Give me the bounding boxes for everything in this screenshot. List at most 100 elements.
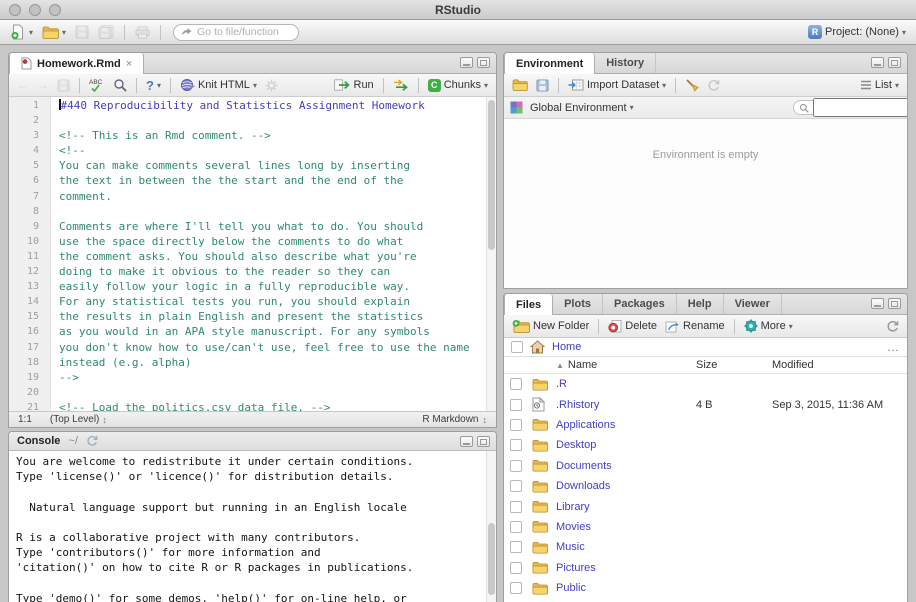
file-name-link[interactable]: Music	[556, 541, 696, 553]
file-name-link[interactable]: Public	[556, 582, 696, 594]
file-row[interactable]: Applications	[504, 415, 907, 435]
environment-search-input[interactable]	[813, 98, 908, 117]
session-restart-icon[interactable]	[86, 435, 98, 447]
run-button[interactable]: Run	[332, 75, 376, 95]
file-checkbox[interactable]	[510, 480, 522, 492]
scope-selector[interactable]: (Top Level) ↕	[48, 413, 109, 427]
scrollbar-thumb[interactable]	[488, 523, 495, 595]
file-row[interactable]: Desktop	[504, 435, 907, 455]
tab-files[interactable]: Files	[504, 294, 553, 315]
breadcrumb-home-link[interactable]: Home	[552, 341, 581, 353]
editor-line[interactable]: 14For any statistical tests you run, you…	[9, 294, 496, 309]
file-checkbox[interactable]	[510, 419, 522, 431]
editor-line[interactable]: 15the results in plain English and prese…	[9, 309, 496, 324]
editor-line[interactable]: 1#440 Reproducibility and Statistics Ass…	[9, 98, 496, 113]
file-name-link[interactable]: Applications	[556, 419, 696, 431]
maximize-pane-icon[interactable]	[888, 298, 901, 309]
document-type-selector[interactable]: R Markdown ↕	[422, 414, 487, 425]
minimize-pane-icon[interactable]	[871, 298, 884, 309]
save-workspace-button[interactable]	[534, 75, 551, 95]
file-checkbox[interactable]	[510, 582, 522, 594]
more-menu-button[interactable]: More ▾	[742, 316, 795, 336]
editor-line[interactable]: 12doing to make it obvious to the reader…	[9, 264, 496, 279]
print-button[interactable]	[133, 22, 152, 42]
file-checkbox[interactable]	[510, 562, 522, 574]
save-document-button[interactable]	[55, 75, 72, 95]
editor-line[interactable]: 11the comment asks. You should also desc…	[9, 249, 496, 264]
editor-line[interactable]: 20	[9, 385, 496, 400]
minimize-pane-icon[interactable]	[460, 57, 473, 68]
clear-workspace-button[interactable]	[683, 75, 701, 95]
tab-plots[interactable]: Plots	[553, 294, 603, 314]
file-name-link[interactable]: Downloads	[556, 480, 696, 492]
editor-line[interactable]: 8	[9, 204, 496, 219]
file-name-link[interactable]: Documents	[556, 460, 696, 472]
spellcheck-button[interactable]: ABC	[87, 75, 107, 95]
help-menu-button[interactable]: ? ▾	[144, 75, 163, 95]
import-dataset-button[interactable]: Import Dataset ▾	[566, 75, 668, 95]
editor-line[interactable]: 3<!-- This is an Rmd comment. -->	[9, 128, 496, 143]
editor-line[interactable]: 10use the space directly below the comme…	[9, 234, 496, 249]
file-name-link[interactable]: .Rhistory	[556, 399, 696, 411]
scrollbar-thumb[interactable]	[488, 100, 495, 250]
file-name-link[interactable]: Movies	[556, 521, 696, 533]
column-header-modified[interactable]: Modified	[772, 359, 907, 371]
minimize-pane-icon[interactable]	[460, 436, 473, 447]
tab-history[interactable]: History	[595, 53, 656, 73]
new-folder-button[interactable]: New Folder	[510, 316, 591, 336]
tab-help[interactable]: Help	[677, 294, 724, 314]
file-row[interactable]: Library	[504, 496, 907, 516]
editor-line[interactable]: 5You can make comments several lines lon…	[9, 158, 496, 173]
console-scrollbar[interactable]	[486, 451, 496, 602]
refresh-files-button[interactable]	[884, 316, 901, 336]
refresh-environment-button[interactable]	[705, 75, 722, 95]
list-view-button[interactable]: List ▾	[858, 75, 901, 95]
environment-search[interactable]	[793, 100, 901, 115]
environment-scope-selector[interactable]: Global Environment ▾	[528, 98, 636, 118]
goto-file-input[interactable]	[197, 26, 291, 38]
document-options-button[interactable]	[263, 75, 280, 95]
file-checkbox[interactable]	[510, 521, 522, 533]
column-header-name[interactable]: ▲ Name	[556, 359, 696, 371]
editor-line[interactable]: 2	[9, 113, 496, 128]
tab-viewer[interactable]: Viewer	[724, 294, 782, 314]
editor-line[interactable]: 17you don't know how to use/can't use, f…	[9, 340, 496, 355]
goto-file-search[interactable]	[173, 24, 299, 41]
minimize-pane-icon[interactable]	[871, 57, 884, 68]
editor-line[interactable]: 19-->	[9, 370, 496, 385]
file-row[interactable]: Public	[504, 578, 907, 598]
maximize-pane-icon[interactable]	[477, 57, 490, 68]
editor-line[interactable]: 4<!--	[9, 143, 496, 158]
file-name-link[interactable]: Desktop	[556, 439, 696, 451]
file-checkbox[interactable]	[510, 439, 522, 451]
save-button[interactable]	[73, 22, 91, 42]
file-row[interactable]: Movies	[504, 517, 907, 537]
console-output[interactable]: You are welcome to redistribute it under…	[9, 451, 496, 602]
file-checkbox[interactable]	[510, 460, 522, 472]
code-editor[interactable]: 1#440 Reproducibility and Statistics Ass…	[9, 97, 496, 411]
file-name-link[interactable]: Pictures	[556, 562, 696, 574]
file-row[interactable]: Documents	[504, 456, 907, 476]
file-row[interactable]: Pictures	[504, 558, 907, 578]
tab-packages[interactable]: Packages	[603, 294, 677, 314]
save-all-button[interactable]	[96, 22, 116, 42]
file-name-link[interactable]: .R	[556, 378, 696, 390]
file-checkbox[interactable]	[510, 399, 522, 411]
editor-line[interactable]: 6the text in between the the start and t…	[9, 173, 496, 188]
close-tab-icon[interactable]: ×	[126, 58, 132, 70]
file-row[interactable]: .R	[504, 374, 907, 394]
editor-line[interactable]: 9Comments are where I'll tell you what t…	[9, 219, 496, 234]
editor-line[interactable]: 18instead (e.g. alpha)	[9, 355, 496, 370]
close-window-button[interactable]	[9, 4, 21, 16]
rerun-button[interactable]	[391, 75, 411, 95]
project-menu-button[interactable]: R Project: (None) ▾	[806, 22, 908, 42]
select-all-checkbox[interactable]	[511, 341, 523, 353]
zoom-window-button[interactable]	[49, 4, 61, 16]
delete-button[interactable]: Delete	[606, 316, 659, 336]
open-file-button[interactable]: ▾	[40, 22, 68, 42]
editor-line[interactable]: 13easily follow your logic in a fully re…	[9, 279, 496, 294]
column-header-size[interactable]: Size	[696, 359, 772, 371]
chunks-menu-button[interactable]: C Chunks ▾	[426, 75, 490, 95]
editor-tab-homework-rmd[interactable]: Homework.Rmd ×	[9, 53, 144, 74]
editor-line[interactable]: 16as you would in an APA style manuscrip…	[9, 324, 496, 339]
